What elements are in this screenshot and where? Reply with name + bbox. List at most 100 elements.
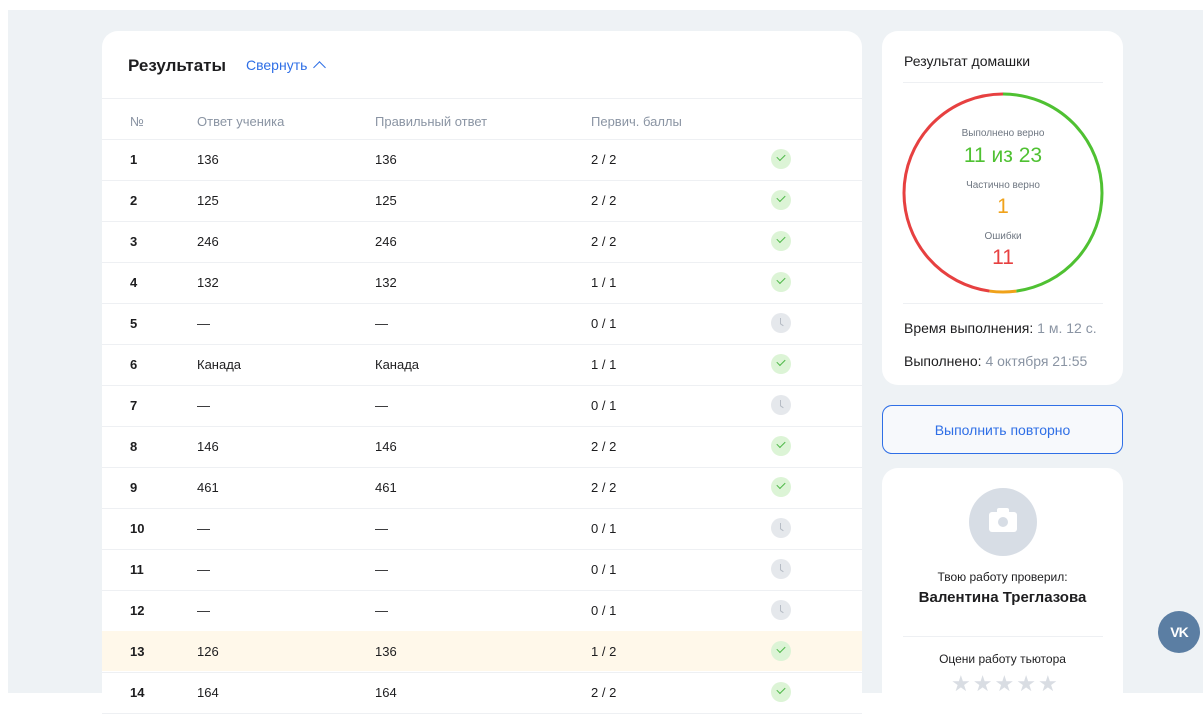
student-answer: — [197,316,210,331]
score: 2 / 2 [591,234,617,249]
avatar [969,488,1037,556]
star-icon[interactable]: ★ [994,673,1014,695]
score: 0 / 1 [591,603,617,618]
clock-icon [771,600,791,620]
tutor-caption: Твою работу проверил: [937,570,1068,584]
vk-icon[interactable]: VK [1170,624,1188,640]
row-number: 10 [130,521,145,536]
completed-at-value: 4 октября 21:55 [985,353,1088,369]
score: 2 / 2 [591,193,617,208]
divider [102,98,862,99]
row-number: 6 [130,357,138,372]
row-number: 3 [130,234,138,249]
student-answer: 126 [197,644,219,659]
table-row: 8 146 146 2 / 2 [102,426,862,466]
score: 0 / 1 [591,316,617,331]
row-number: 1 [130,152,138,167]
check-icon [771,272,791,292]
row-number: 13 [130,644,145,659]
col-header-correct-answer: Правильный ответ [375,114,488,129]
vk-button[interactable]: VK [1158,611,1200,653]
collapse-button[interactable]: Свернуть [246,57,327,74]
row-number: 8 [130,439,138,454]
correct-answer: — [375,316,388,331]
chevron-up-icon[interactable] [313,60,327,74]
collapse-label[interactable]: Свернуть [246,57,307,73]
star-icon[interactable]: ★ [1016,673,1036,695]
check-icon [771,149,791,169]
rating-stars[interactable]: ★ ★ ★ ★ ★ [951,673,1058,695]
partial-value: 1 [997,195,1009,218]
score: 2 / 2 [591,152,617,167]
correct-answer: — [375,521,388,536]
row-number: 5 [130,316,138,331]
table-row: 3 246 246 2 / 2 [102,221,862,261]
completed-at-label: Выполнено: [904,353,982,369]
repeat-button[interactable]: Выполнить повторно [882,405,1123,454]
student-answer: 146 [197,439,219,454]
check-icon [771,354,791,374]
table-row: 10 — — 0 / 1 [102,508,862,548]
score: 1 / 1 [591,357,617,372]
camera-icon [989,508,1017,532]
check-icon [771,231,791,251]
clock-icon [771,518,791,538]
table-row: 1 136 136 2 / 2 [102,139,862,179]
col-header-student-answer: Ответ ученика [197,114,285,129]
score: 1 / 1 [591,275,617,290]
student-answer: 246 [197,234,219,249]
check-icon [771,641,791,661]
check-icon [771,682,791,702]
divider [903,303,1103,304]
correct-answer: 136 [375,644,397,659]
completion-time-value: 1 м. 12 с. [1037,320,1097,336]
student-answer: — [197,521,210,536]
student-answer: 461 [197,480,219,495]
correct-answer: 136 [375,152,397,167]
correct-answer: — [375,398,388,413]
completion-time: Время выполнения: 1 м. 12 с. [904,320,1097,336]
col-header-score: Первич. баллы [591,114,682,129]
partial-label: Частично верно [966,180,1040,191]
score: 0 / 1 [591,562,617,577]
star-icon[interactable]: ★ [973,673,993,695]
correct-answer: 461 [375,480,397,495]
student-answer: Канада [197,357,242,372]
row-number: 11 [130,562,144,577]
student-answer: 125 [197,193,219,208]
row-number: 12 [130,603,145,618]
table-row: 2 125 125 2 / 2 [102,180,862,220]
completed-at: Выполнено: 4 октября 21:55 [904,353,1087,369]
check-icon [771,477,791,497]
check-icon [771,190,791,210]
table-row: 7 — — 0 / 1 [102,385,862,425]
table-row: 12 — — 0 / 1 [102,590,862,630]
divider [903,82,1103,83]
check-icon [771,436,791,456]
row-number: 9 [130,480,138,495]
errors-label: Ошибки [984,231,1022,242]
student-answer: — [197,562,210,577]
correct-answer: 132 [375,275,397,290]
row-number: 7 [130,398,138,413]
row-number: 2 [130,193,138,208]
student-answer: 136 [197,152,219,167]
score: 1 / 2 [591,644,617,659]
clock-icon [771,395,791,415]
student-answer: — [197,603,210,618]
table-row: 9 461 461 2 / 2 [102,467,862,507]
score: 2 / 2 [591,439,617,454]
divider [903,636,1103,637]
rate-tutor-caption: Оцени работу тьютора [939,652,1066,666]
star-icon[interactable]: ★ [951,673,971,695]
clock-icon [771,559,791,579]
completion-time-label: Время выполнения: [904,320,1034,336]
correct-answer: 146 [375,439,397,454]
score: 2 / 2 [591,480,617,495]
correct-answer: Канада [375,357,420,372]
table-row: 6 Канада Канада 1 / 1 [102,344,862,384]
score: 0 / 1 [591,521,617,536]
errors-value: 11 [992,246,1014,269]
correct-answer: — [375,603,388,618]
star-icon[interactable]: ★ [1038,673,1058,695]
